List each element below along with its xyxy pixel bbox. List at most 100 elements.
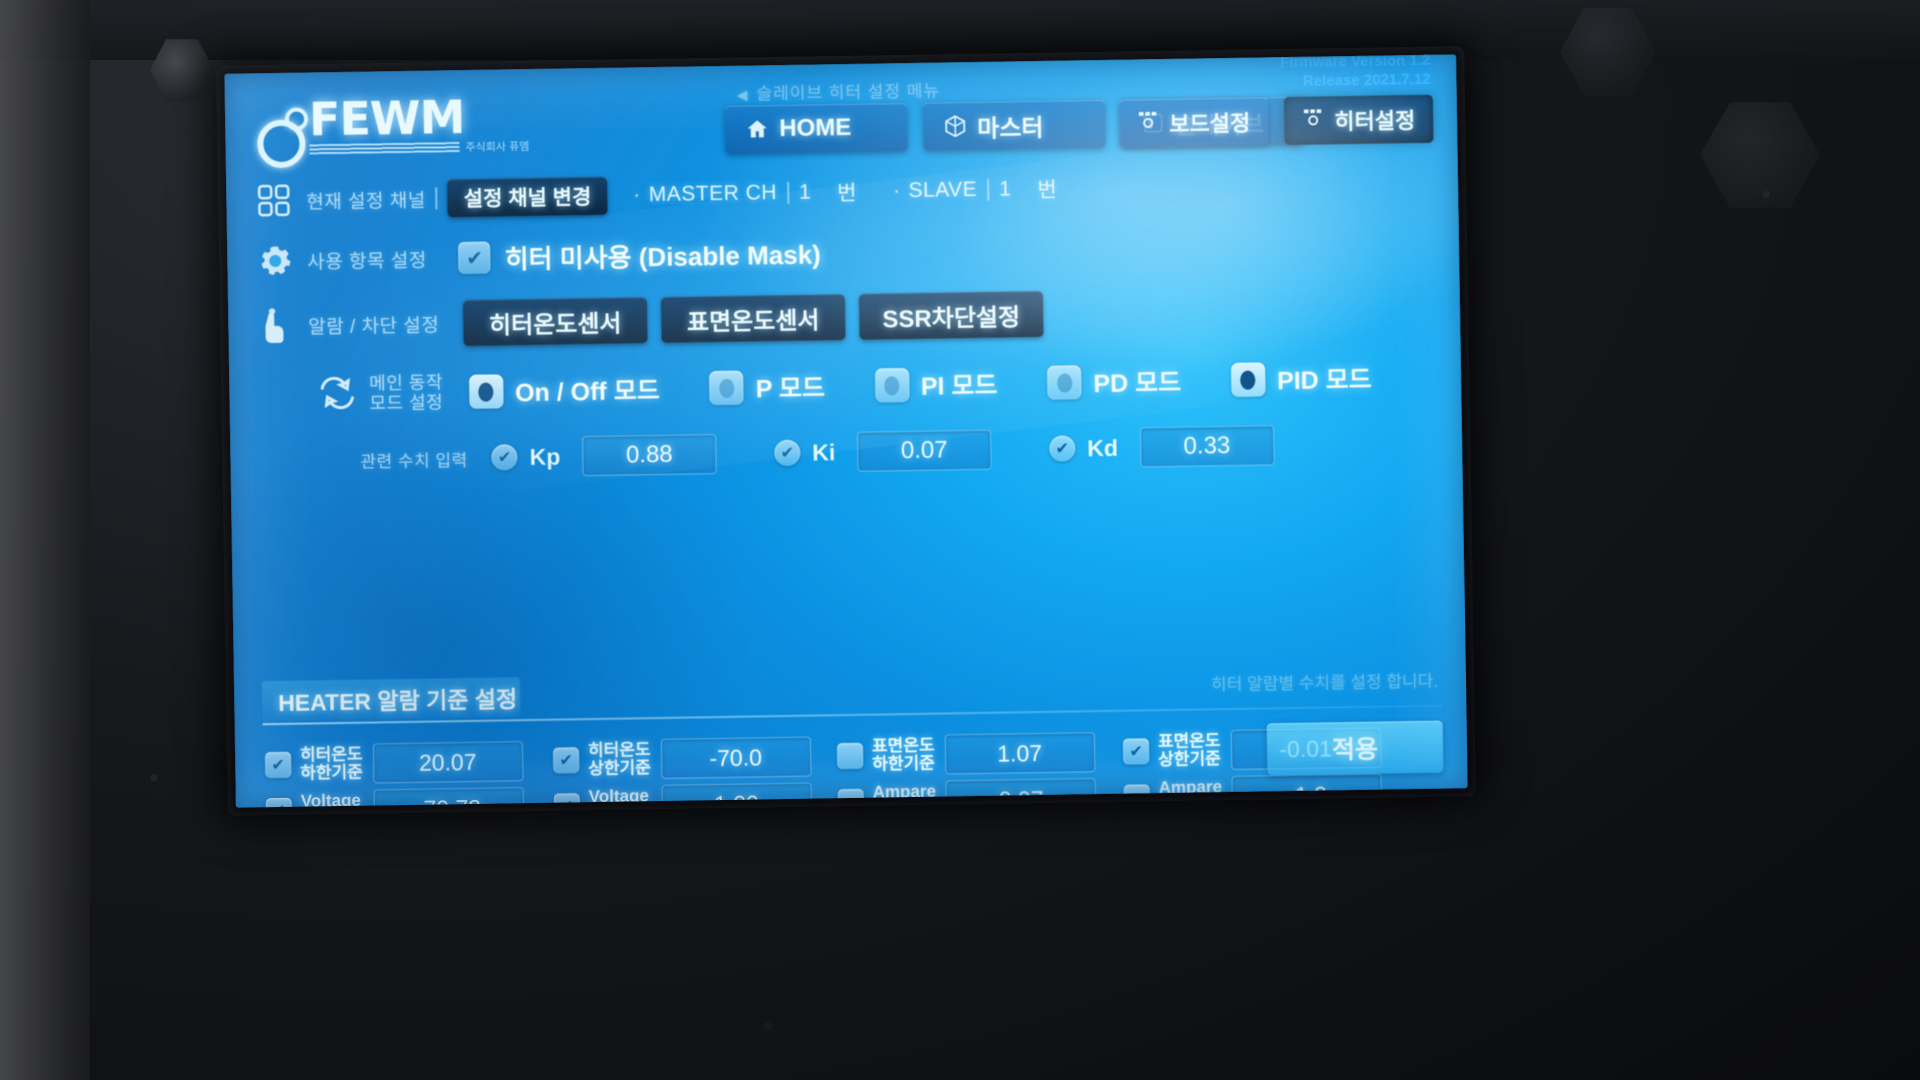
back-caret-icon[interactable]: ◀ [737,86,749,103]
background-left-panel [0,0,90,1080]
pid-values-row: 관련 수치 입력 ✔ Kp 0.88 ✔ Ki 0.07 ✔ Kd 0.33 [360,425,1275,479]
heater-low-label: 히터온도 하한기준 [299,744,364,783]
hand-pointer-icon [256,306,297,347]
mode-onoff-label: On / Off 모드 [514,377,660,408]
surface-low-input[interactable]: 1.07 [944,732,1095,775]
alarm-cell-heater-low: ✔ 히터온도 하한기준 20.07 [264,741,524,785]
ampare-low-checkbox[interactable]: ✔ [837,788,865,808]
brand-logo: FEWM 주식회사 퓨엠 [255,90,530,169]
alarm-cutoff-row: 알람 / 차단 설정 히터온도센서 표면온도센서 SSR차단설정 [256,290,1044,349]
mode-option-pd[interactable]: PD 모드 [1047,363,1181,401]
radio-p[interactable] [709,370,744,406]
surface-low-checkbox[interactable]: ✔ [836,742,864,770]
board-settings-label: 보드설정 [1169,110,1251,137]
radio-pd[interactable] [1047,365,1082,400]
master-ch-unit: 번 [837,181,858,206]
main-mode-row: 메인 동작 모드 설정 On / Off 모드 P 모드 PI 모드 PD 모드… [317,358,1372,415]
board-settings-button[interactable]: 보드설정 [1118,97,1269,148]
ampare-high-checkbox[interactable]: ✔ [1123,784,1150,808]
board-settings-icon [1137,110,1159,136]
ssr-cutoff-setting-button[interactable]: SSR차단설정 [858,290,1044,340]
mode-pid-label: PID 모드 [1276,365,1372,396]
heater-settings-button[interactable]: 히터설정 [1283,94,1434,146]
alarm-cell-voltage-high: ✔ Voltage상한기준 1.00 [553,782,812,808]
kd-label: Kd [1087,434,1119,461]
slave-ch-label: SLAVE [908,177,978,202]
ampare-high-input[interactable]: -1.0 [1231,773,1383,808]
ki-input[interactable]: 0.07 [856,429,992,472]
firmware-version: Firmware Version 1.2 [1280,54,1431,72]
alarm-cell-surface-low: ✔ 표면온도하한기준 1.07 [836,732,1095,776]
kp-input[interactable]: 0.88 [582,434,717,477]
voltage-low-label: Voltage하한기준 [300,790,362,808]
mode-pd-label: PD 모드 [1093,368,1182,399]
heater-temp-sensor-button[interactable]: 히터온도센서 [462,297,648,346]
alarm-cutoff-label: 알람 / 차단 설정 [308,314,440,338]
heater-low-input[interactable]: 20.07 [372,741,524,784]
heater-settings-label: 히터설정 [1334,108,1416,135]
nav-home-label: HOME [779,113,852,143]
heater-alarm-section-title: HEATER 알람 기준 설정 [261,677,521,722]
surface-high-checkbox[interactable]: ✔ [1122,738,1150,765]
breadcrumb[interactable]: ◀ 슬레이브 히터 설정 메뉴 [736,76,941,104]
bullet-icon: · [633,183,641,207]
channel-row-label: 현재 설정 채널 [306,190,426,213]
mode-option-pid[interactable]: PID 모드 [1230,360,1372,398]
radio-pid[interactable] [1230,362,1266,398]
ampare-low-label: Ampare하한기준 [872,781,937,807]
hmi-screen: FEWM 주식회사 퓨엠 ◀ 슬레이브 히터 설정 메뉴 HOME 마스터 Fi… [224,54,1468,808]
divider [786,181,790,204]
surface-low-label: 표면온도 하한기준 [871,735,935,774]
ampare-high-label: Ampare 상한기준 [1158,776,1223,808]
usage-row-label: 사용 항목 설정 [307,250,427,273]
settings-nav: 보드설정 히터설정 [1118,94,1434,148]
ampare-low-input[interactable]: 0.07 [945,778,1097,808]
nav-master[interactable]: 마스터 [922,99,1106,151]
heater-low-checkbox[interactable]: ✔ [264,751,292,779]
disable-mask-label: 히터 미사용 (Disable Mask) [504,238,822,274]
heater-high-checkbox[interactable]: ✔ [552,747,580,774]
divider [435,187,438,210]
loop-arrows-icon [317,374,358,415]
kd-input[interactable]: 0.33 [1139,425,1275,468]
master-ch-label: MASTER CH [648,181,778,207]
firmware-release: Release 2021.7.12 [1302,70,1431,90]
hmi-device-bezel: FEWM 주식회사 퓨엠 ◀ 슬레이브 히터 설정 메뉴 HOME 마스터 Fi… [216,46,1476,816]
firmware-info: Firmware Version 1.2 Release 2021.7.12 [1280,54,1431,91]
home-icon [745,117,769,141]
alarm-cell-voltage-low: ✔ Voltage하한기준 -70.72 [265,787,524,808]
divider [986,178,990,201]
heater-high-input[interactable]: -70.0 [660,736,811,779]
alarm-cell-heater-high: ✔ 히터온도 상한기준 -70.0 [552,736,811,781]
hex-bolt-icon [1700,102,1820,208]
apply-button[interactable]: 적용 [1266,720,1444,776]
mode-option-pi[interactable]: PI 모드 [874,366,998,404]
change-channel-button[interactable]: 설정 채널 변경 [447,176,608,218]
voltage-low-checkbox[interactable]: ✔ [265,797,293,808]
nav-home[interactable]: HOME [724,103,908,154]
disable-mask-checkbox[interactable]: ✔ [458,241,491,275]
slave-ch-value[interactable]: 1 [999,177,1012,201]
logo-rule-lines [309,142,460,155]
mode-option-onoff[interactable]: On / Off 모드 [468,371,660,410]
voltage-high-input[interactable]: 1.00 [661,782,812,808]
surface-temp-sensor-button[interactable]: 표면온도센서 [660,294,846,343]
kd-checkbox[interactable]: ✔ [1049,435,1076,462]
radio-pi[interactable] [874,368,910,403]
master-ch-value[interactable]: 1 [799,181,812,205]
kp-checkbox[interactable]: ✔ [491,444,518,471]
voltage-high-checkbox[interactable]: ✔ [553,793,581,808]
grid-icon [254,181,295,222]
heater-high-label: 히터온도 상한기준 [587,739,651,779]
voltage-low-input[interactable]: -70.72 [373,787,524,808]
mode-option-p[interactable]: P 모드 [709,368,825,406]
radio-onoff[interactable] [468,374,504,410]
gear-icon [255,241,296,282]
ki-checkbox[interactable]: ✔ [774,439,801,467]
alarm-cell-ampare-high: ✔ Ampare상한기준 -1.0 [1123,773,1383,808]
main-mode-label-l2: 모드 설정 [369,392,444,414]
channel-row: 현재 설정 채널 설정 채널 변경 · MASTER CH 1 번 · SLAV… [254,169,1057,222]
bullet-icon: · [892,179,901,203]
mode-pi-label: PI 모드 [920,371,998,401]
kp-label: Kp [529,442,561,470]
